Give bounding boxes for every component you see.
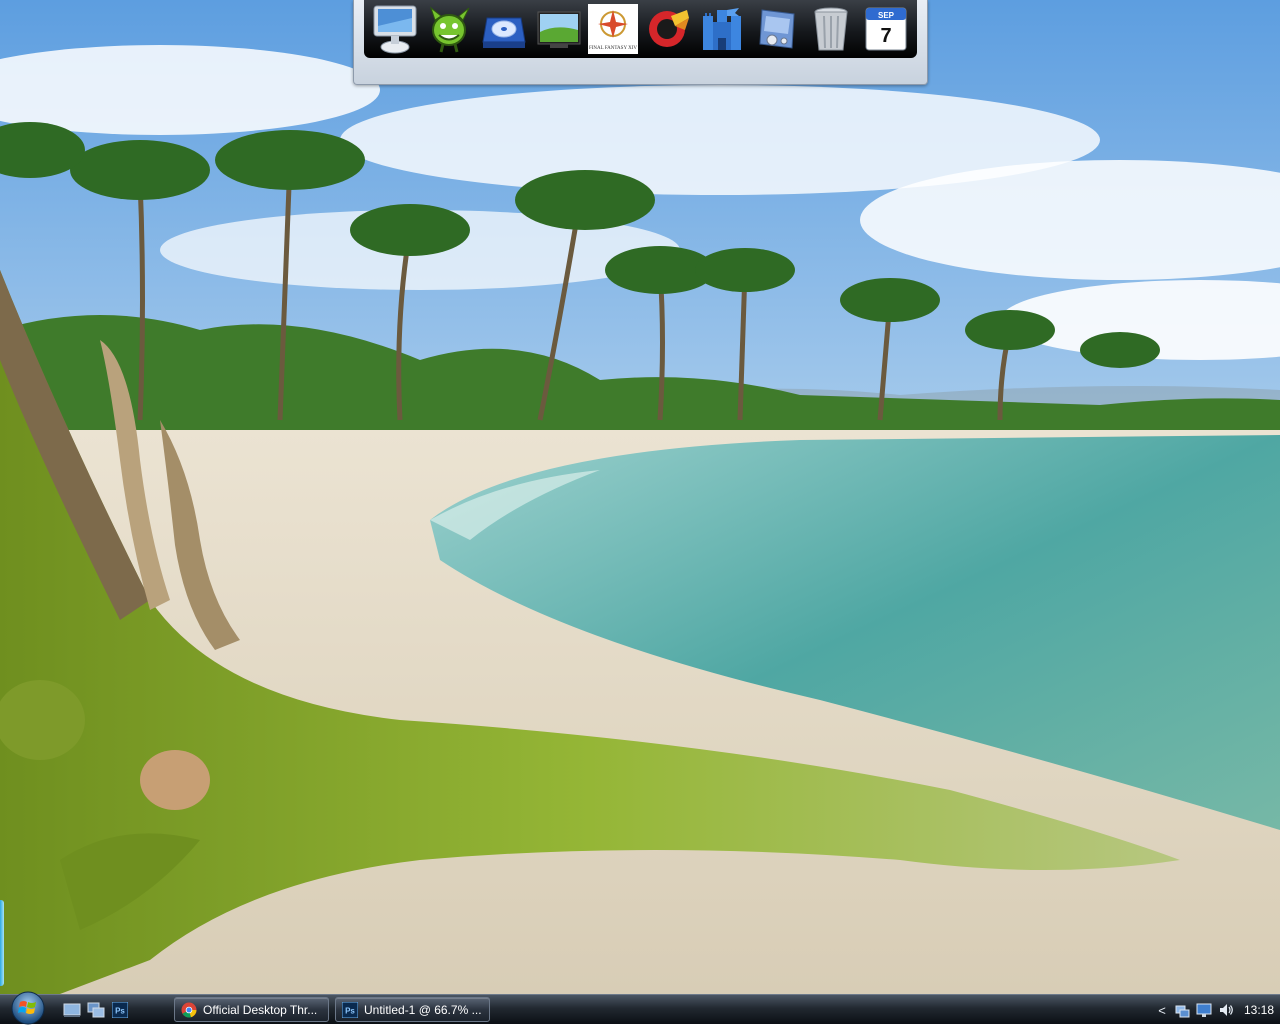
show-hidden-icons-chevron[interactable]: < (1156, 1003, 1168, 1018)
dvd-drive-icon[interactable] (479, 3, 529, 55)
calendar-day: 7 (880, 25, 891, 47)
clock[interactable]: 13:18 (1244, 1003, 1274, 1017)
final-fantasy-xiv-icon[interactable]: FINAL FANTASY XIV (588, 3, 639, 55)
display-icon[interactable] (1196, 1002, 1212, 1018)
side-panel-handle[interactable] (0, 900, 4, 986)
dock: FINAL FANTASY XIV SEP 7 (353, 0, 928, 85)
photoshop-icon: Ps (342, 1001, 358, 1018)
taskbar: Ps Official Desktop Thr... Ps Untitled-1… (0, 991, 1280, 1025)
photoshop-icon-label: Ps (345, 1006, 355, 1015)
taskbar-button-label: Untitled-1 @ 66.7% ... (364, 1002, 482, 1017)
ccleaner-icon[interactable] (643, 3, 693, 55)
taskbar-button-photoshop[interactable]: Ps Untitled-1 @ 66.7% ... (335, 997, 490, 1022)
network-icon[interactable] (1174, 1002, 1190, 1018)
photoshop-label: Ps (115, 1007, 125, 1016)
desktop-photo-icon[interactable] (534, 3, 584, 55)
network-castle-icon[interactable] (697, 3, 747, 55)
taskbar-button-chrome[interactable]: Official Desktop Thr... (174, 997, 329, 1022)
calendar-month: SEP (878, 11, 895, 20)
system-tray: < 13:18 (1152, 995, 1280, 1025)
desktop[interactable]: FINAL FANTASY XIV SEP 7 (0, 0, 1280, 994)
photoshop-icon[interactable]: Ps (110, 1000, 130, 1020)
calendar-icon[interactable]: SEP 7 (861, 3, 911, 55)
switch-windows-icon[interactable] (86, 1000, 106, 1020)
green-monster-icon[interactable] (425, 3, 475, 55)
volume-icon[interactable] (1218, 1002, 1234, 1018)
control-panel-icon[interactable] (752, 3, 802, 55)
taskbar-button-label: Official Desktop Thr... (203, 1002, 318, 1017)
chrome-icon (181, 1002, 197, 1017)
windows-logo-icon (11, 991, 45, 1025)
show-desktop-icon[interactable] (62, 1000, 82, 1020)
start-button[interactable] (6, 991, 50, 1025)
recycle-bin-icon[interactable] (806, 3, 856, 55)
computer-icon[interactable] (370, 3, 420, 55)
beach-wallpaper (0, 0, 1280, 994)
dock-bar: FINAL FANTASY XIV SEP 7 (364, 0, 917, 58)
quick-launch: Ps (62, 1000, 130, 1020)
ff-logo-text: FINAL FANTASY XIV (589, 46, 637, 51)
